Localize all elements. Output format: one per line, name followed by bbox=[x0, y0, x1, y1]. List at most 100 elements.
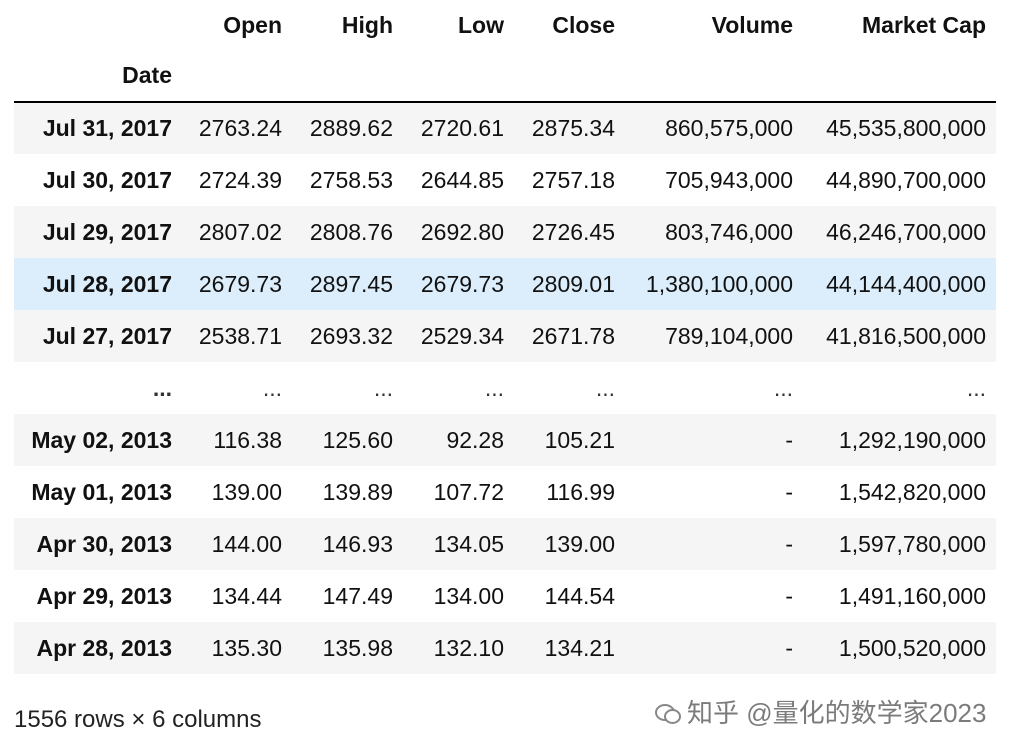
cell-high: 2758.53 bbox=[309, 166, 393, 193]
column-header-open: Open bbox=[223, 11, 282, 38]
cell-low: 2679.73 bbox=[420, 270, 504, 297]
cell-high: 2897.45 bbox=[309, 270, 393, 297]
cell-low: 2692.80 bbox=[420, 218, 504, 245]
cell-volume: - bbox=[785, 426, 793, 453]
index-name-date: Date bbox=[14, 50, 182, 103]
table-row: Jul 30, 2017 2724.39 2758.53 2644.85 275… bbox=[14, 154, 996, 206]
empty-header-cell bbox=[292, 50, 403, 103]
cell-market-cap: 1,491,160,000 bbox=[838, 582, 986, 609]
cell-volume: ... bbox=[773, 374, 793, 401]
cell-low: 92.28 bbox=[446, 426, 504, 453]
cell-open: 2724.39 bbox=[198, 166, 282, 193]
cell-volume: 1,380,100,000 bbox=[645, 270, 793, 297]
table-row: Apr 28, 2013 135.30 135.98 132.10 134.21… bbox=[14, 622, 996, 674]
cell-open: 134.44 bbox=[211, 582, 282, 609]
cell-low: 134.00 bbox=[433, 582, 504, 609]
row-date: Jul 27, 2017 bbox=[42, 322, 172, 349]
cell-volume: - bbox=[785, 582, 793, 609]
column-header-low: Low bbox=[458, 11, 504, 38]
cell-close: 134.21 bbox=[544, 634, 615, 661]
dataframe-shape-label: 1556 rows × 6 columns bbox=[14, 706, 262, 733]
empty-header-cell bbox=[514, 50, 625, 103]
cell-high: 2808.76 bbox=[309, 218, 393, 245]
table-row: Jul 27, 2017 2538.71 2693.32 2529.34 267… bbox=[14, 310, 996, 362]
cell-close: 2671.78 bbox=[531, 322, 615, 349]
row-date: Jul 29, 2017 bbox=[42, 218, 172, 245]
cell-open: 116.38 bbox=[213, 426, 282, 453]
cell-close: 2875.34 bbox=[531, 115, 615, 141]
cell-open: 2538.71 bbox=[198, 322, 282, 349]
cell-low: 107.72 bbox=[433, 478, 504, 505]
cell-low: 2644.85 bbox=[420, 166, 504, 193]
cell-market-cap: 45,535,800,000 bbox=[826, 115, 986, 141]
cell-volume: 803,746,000 bbox=[665, 218, 793, 245]
column-header-volume: Volume bbox=[711, 11, 793, 38]
row-date: Apr 28, 2013 bbox=[36, 634, 172, 661]
row-date: Apr 29, 2013 bbox=[36, 582, 172, 609]
column-header-high: High bbox=[341, 11, 393, 38]
row-date: Jul 30, 2017 bbox=[42, 166, 172, 193]
cell-high: 2889.62 bbox=[309, 115, 393, 141]
cell-market-cap: 46,246,700,000 bbox=[826, 218, 986, 245]
cell-market-cap: 1,500,520,000 bbox=[838, 634, 986, 661]
table-row: Apr 29, 2013 134.44 147.49 134.00 144.54… bbox=[14, 570, 996, 622]
cell-low: 2720.61 bbox=[420, 115, 504, 141]
row-date: Jul 31, 2017 bbox=[42, 115, 172, 141]
row-date: Apr 30, 2013 bbox=[36, 530, 172, 557]
cell-volume: - bbox=[785, 634, 793, 661]
watermark-text: 知乎 @量化的数学家2023 bbox=[687, 698, 987, 728]
cell-open: ... bbox=[262, 374, 282, 401]
table-header: Open High Low Close Volume Market Cap Da… bbox=[14, 0, 996, 103]
cell-volume: 789,104,000 bbox=[665, 322, 793, 349]
cell-volume: 860,575,000 bbox=[665, 115, 793, 141]
cell-low: 134.05 bbox=[433, 530, 504, 557]
wechat-bubbles-icon bbox=[655, 702, 681, 724]
cell-close: 2809.01 bbox=[531, 270, 615, 297]
cell-close: 144.54 bbox=[544, 582, 615, 609]
table-row: May 02, 2013 116.38 125.60 92.28 105.21 … bbox=[14, 414, 996, 466]
row-date: May 02, 2013 bbox=[31, 426, 172, 453]
row-date: May 01, 2013 bbox=[31, 478, 172, 505]
index-name-row: Date bbox=[14, 50, 996, 103]
cell-high: 135.98 bbox=[322, 634, 393, 661]
empty-header-cell bbox=[403, 50, 514, 103]
table-row-highlighted: Jul 28, 2017 2679.73 2897.45 2679.73 280… bbox=[14, 258, 996, 310]
cell-low: ... bbox=[484, 374, 504, 401]
cell-close: 2757.18 bbox=[531, 166, 615, 193]
empty-header-cell bbox=[625, 50, 803, 103]
column-header-row: Open High Low Close Volume Market Cap bbox=[14, 0, 996, 50]
column-header-market-cap: Market Cap bbox=[862, 11, 986, 38]
table-row: Jul 31, 2017 2763.24 2889.62 2720.61 287… bbox=[14, 102, 996, 154]
row-date: ... bbox=[152, 374, 172, 401]
cell-high: 2693.32 bbox=[309, 322, 393, 349]
cell-market-cap: 44,144,400,000 bbox=[826, 270, 986, 297]
column-header-close: Close bbox=[552, 11, 615, 38]
cell-high: 139.89 bbox=[322, 478, 393, 505]
cell-open: 139.00 bbox=[211, 478, 282, 505]
cell-market-cap: 44,890,700,000 bbox=[826, 166, 986, 193]
cell-market-cap: 1,542,820,000 bbox=[838, 478, 986, 505]
cell-close: 2726.45 bbox=[531, 218, 615, 245]
cell-high: 146.93 bbox=[322, 530, 393, 557]
dataframe-table: Open High Low Close Volume Market Cap Da… bbox=[14, 0, 996, 674]
row-date: Jul 28, 2017 bbox=[42, 270, 172, 297]
table-row: Apr 30, 2013 144.00 146.93 134.05 139.00… bbox=[14, 518, 996, 570]
cell-high: 125.60 bbox=[322, 426, 393, 453]
cell-close: 139.00 bbox=[544, 530, 615, 557]
cell-open: 135.30 bbox=[211, 634, 282, 661]
cell-open: 2807.02 bbox=[198, 218, 282, 245]
empty-header-cell bbox=[182, 50, 292, 103]
index-corner-cell bbox=[14, 0, 182, 50]
cell-volume: - bbox=[785, 478, 793, 505]
cell-market-cap: 1,292,190,000 bbox=[838, 426, 986, 453]
table-row: May 01, 2013 139.00 139.89 107.72 116.99… bbox=[14, 466, 996, 518]
cell-high: 147.49 bbox=[322, 582, 393, 609]
ellipsis-row: ... ... ... ... ... ... ... bbox=[14, 362, 996, 414]
table-body: Jul 31, 2017 2763.24 2889.62 2720.61 287… bbox=[14, 102, 996, 674]
cell-open: 2679.73 bbox=[198, 270, 282, 297]
cell-close: 105.21 bbox=[544, 426, 615, 453]
cell-market-cap: 1,597,780,000 bbox=[838, 530, 986, 557]
cell-volume: 705,943,000 bbox=[665, 166, 793, 193]
cell-volume: - bbox=[785, 530, 793, 557]
cell-close: ... bbox=[595, 374, 615, 401]
